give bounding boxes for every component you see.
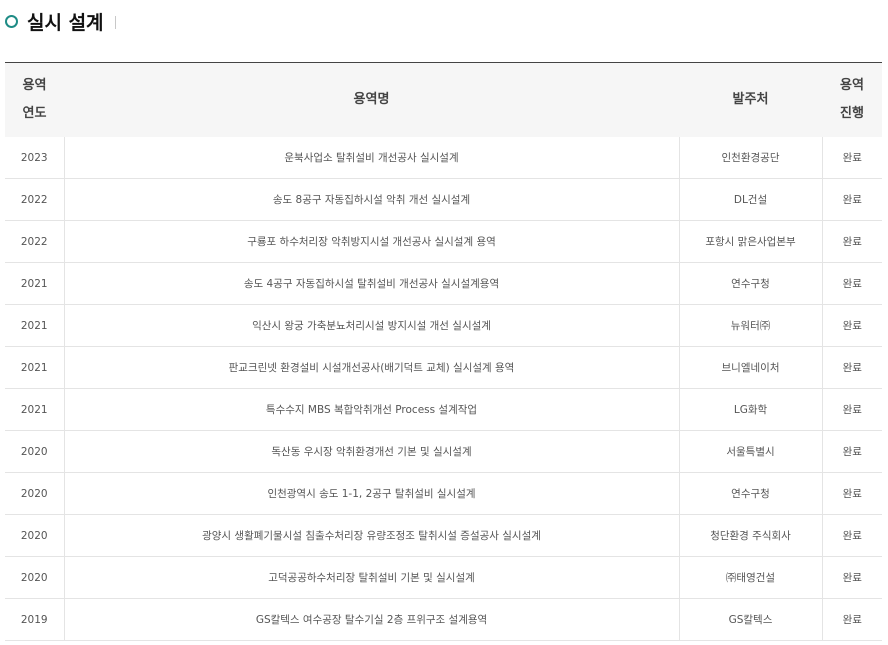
section-heading: 실시 설계	[5, 6, 116, 36]
cell-year: 2022	[5, 178, 64, 221]
circle-bullet-icon	[5, 14, 18, 28]
table-row: 2019 GS칼텍스 여수공장 탈수기실 2층 프위구조 설계용역 GS칼텍스 …	[5, 598, 882, 641]
cell-year: 2020	[5, 514, 64, 557]
cell-project-name: 송도 4공구 자동집하시설 탈취설비 개선공사 실시설계용역	[63, 262, 680, 305]
cell-client: DL건설	[679, 178, 823, 221]
cell-client: 인천환경공단	[679, 137, 823, 179]
cell-client: 청단환경 주식회사	[679, 514, 823, 557]
page-title: 실시 설계	[27, 11, 104, 34]
table-row: 2022 송도 8공구 자동집하시설 악취 개선 실시설계 DL건설 완료	[5, 178, 882, 221]
cell-client: 서울특별시	[679, 430, 823, 473]
cell-status: 완료	[822, 472, 882, 515]
title-divider	[114, 15, 116, 29]
header-client: 발주처	[679, 62, 822, 137]
cell-project-name: 고덕공공하수처리장 탈취설비 기본 및 실시설계	[63, 556, 680, 599]
header-status: 용역 진행	[822, 62, 882, 137]
cell-client: 연수구청	[679, 262, 823, 305]
table-row: 2022 구룡포 하수처리장 악취방지시설 개선공사 실시설계 용역 포항시 맑…	[5, 220, 882, 263]
cell-project-name: GS칼텍스 여수공장 탈수기실 2층 프위구조 설계용역	[63, 598, 680, 641]
cell-client: GS칼텍스	[679, 598, 823, 641]
cell-status: 완료	[822, 178, 882, 221]
header-year: 용역 연도	[5, 62, 64, 137]
cell-year: 2023	[5, 137, 64, 179]
cell-client: 뉴워터㈜	[679, 304, 823, 347]
cell-status: 완료	[822, 137, 882, 179]
cell-year: 2021	[5, 388, 64, 431]
header-status-line1: 용역	[840, 78, 864, 93]
cell-status: 완료	[822, 430, 882, 473]
table-row: 2021 익산시 왕궁 가축분뇨처리시설 방지시설 개선 실시설계 뉴워터㈜ 완…	[5, 304, 882, 347]
cell-project-name: 독산동 우시장 악취환경개선 기본 및 실시설계	[63, 430, 680, 473]
cell-client: ㈜태영건설	[679, 556, 823, 599]
table-row: 2021 송도 4공구 자동집하시설 탈취설비 개선공사 실시설계용역 연수구청…	[5, 262, 882, 305]
table-body: 2023 운북사업소 탈취설비 개선공사 실시설계 인천환경공단 완료 2022…	[5, 137, 882, 641]
table-row: 2020 인천광역시 송도 1-1, 2공구 탈취설비 실시설계 연수구청 완료	[5, 472, 882, 515]
project-table-container: 용역 연도 용역명 발주처 용역 진행 2023 운북사업소 탈취설비 개선공사…	[5, 62, 882, 641]
table-row: 2020 독산동 우시장 악취환경개선 기본 및 실시설계 서울특별시 완료	[5, 430, 882, 473]
cell-client: 연수구청	[679, 472, 823, 515]
cell-project-name: 송도 8공구 자동집하시설 악취 개선 실시설계	[63, 178, 680, 221]
cell-client: 브니엘네이처	[679, 346, 823, 389]
cell-year: 2021	[5, 346, 64, 389]
cell-project-name: 광양시 생활폐기물시설 침출수처리장 유량조정조 탈취시설 증설공사 실시설계	[63, 514, 680, 557]
cell-status: 완료	[822, 304, 882, 347]
header-row: 용역 연도 용역명 발주처 용역 진행	[5, 62, 882, 137]
cell-year: 2021	[5, 304, 64, 347]
cell-client: 포항시 맑은사업본부	[679, 220, 823, 263]
cell-project-name: 익산시 왕궁 가축분뇨처리시설 방지시설 개선 실시설계	[63, 304, 680, 347]
cell-project-name: 특수수지 MBS 복합악취개선 Process 설계작업	[63, 388, 680, 431]
cell-year: 2020	[5, 430, 64, 473]
cell-status: 완료	[822, 514, 882, 557]
cell-status: 완료	[822, 388, 882, 431]
cell-status: 완료	[822, 262, 882, 305]
table-row: 2021 판교크린넷 환경설비 시설개선공사(배기덕트 교체) 실시설계 용역 …	[5, 346, 882, 389]
cell-year: 2020	[5, 556, 64, 599]
table-row: 2021 특수수지 MBS 복합악취개선 Process 설계작업 LG화학 완…	[5, 388, 882, 431]
cell-status: 완료	[822, 556, 882, 599]
header-year-line1: 용역	[22, 78, 47, 93]
table-header: 용역 연도 용역명 발주처 용역 진행	[5, 62, 882, 137]
table-row: 2020 광양시 생활폐기물시설 침출수처리장 유량조정조 탈취시설 증설공사 …	[5, 514, 882, 557]
cell-project-name: 구룡포 하수처리장 악취방지시설 개선공사 실시설계 용역	[63, 220, 680, 263]
cell-year: 2019	[5, 598, 64, 641]
cell-year: 2020	[5, 472, 64, 515]
cell-year: 2022	[5, 220, 64, 263]
cell-status: 완료	[822, 598, 882, 641]
cell-project-name: 인천광역시 송도 1-1, 2공구 탈취설비 실시설계	[63, 472, 680, 515]
header-year-line2: 연도	[22, 106, 47, 121]
cell-status: 완료	[822, 220, 882, 263]
header-name: 용역명	[64, 62, 679, 137]
cell-client: LG화학	[679, 388, 823, 431]
project-table: 용역 연도 용역명 발주처 용역 진행 2023 운북사업소 탈취설비 개선공사…	[5, 62, 882, 641]
header-status-line2: 진행	[840, 106, 864, 121]
cell-project-name: 운북사업소 탈취설비 개선공사 실시설계	[63, 137, 680, 179]
cell-project-name: 판교크린넷 환경설비 시설개선공사(배기덕트 교체) 실시설계 용역	[63, 346, 680, 389]
cell-status: 완료	[822, 346, 882, 389]
table-row: 2023 운북사업소 탈취설비 개선공사 실시설계 인천환경공단 완료	[5, 137, 882, 179]
cell-year: 2021	[5, 262, 64, 305]
table-row: 2020 고덕공공하수처리장 탈취설비 기본 및 실시설계 ㈜태영건설 완료	[5, 556, 882, 599]
